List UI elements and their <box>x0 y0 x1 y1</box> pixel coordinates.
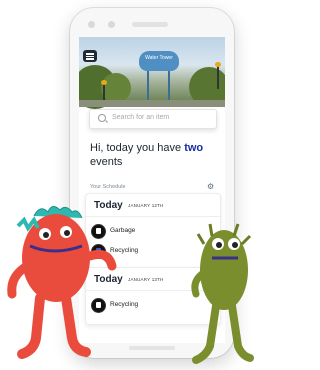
search-input[interactable]: Search for an item <box>89 109 217 129</box>
search-placeholder: Search for an item <box>112 114 170 121</box>
gear-icon[interactable]: ⚙ <box>207 182 214 191</box>
home-indicator <box>129 346 175 350</box>
water-tower-tank <box>139 51 179 71</box>
recycling-bin-icon <box>91 244 106 259</box>
day-title: Today <box>94 200 123 211</box>
schedule-item-label: Recycling <box>110 301 139 308</box>
schedule-item-label: Recycling <box>110 247 139 254</box>
recycling-bin-icon <box>91 298 106 313</box>
schedule-card[interactable]: Today JANUARY 13TH Recycling <box>85 267 221 325</box>
phone-frame: Water Tower Search for an item Hi, today… <box>70 8 234 358</box>
divider <box>86 290 220 291</box>
water-tower-leg <box>168 69 170 103</box>
day-date: JANUARY 12TH <box>128 203 164 208</box>
day-title: Today <box>94 274 123 285</box>
tree-shape <box>101 73 131 103</box>
day-date: JANUARY 13TH <box>128 277 164 282</box>
event-count: two <box>184 142 204 154</box>
street-lamp <box>215 62 221 89</box>
app-screen: Water Tower Search for an item Hi, today… <box>79 37 225 343</box>
water-tower-text: Water Tower <box>145 55 173 61</box>
garbage-bin-icon <box>91 224 106 239</box>
search-icon <box>98 114 106 122</box>
speaker-grille <box>132 22 168 27</box>
greeting-text: Hi, today you have two events <box>90 142 204 168</box>
water-tower-leg <box>147 69 149 103</box>
road <box>79 100 225 107</box>
schedule-label: Your Schedule <box>90 184 126 190</box>
schedule-item-label: Garbage <box>110 227 136 234</box>
hero-image: Water Tower <box>79 37 225 109</box>
hamburger-menu-icon[interactable] <box>83 50 97 62</box>
camera-dot <box>88 21 95 28</box>
divider <box>86 216 220 217</box>
sensor-dot <box>108 21 115 28</box>
